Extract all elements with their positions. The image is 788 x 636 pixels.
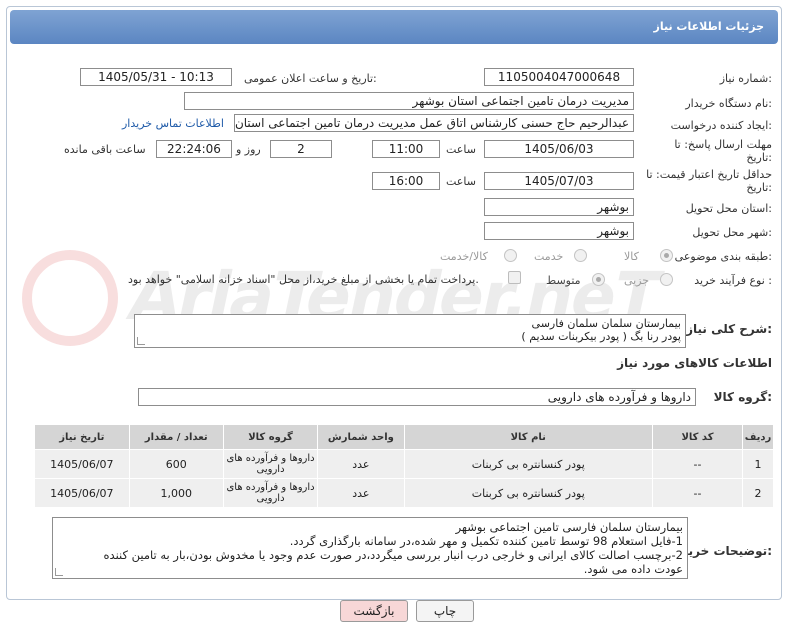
description-textarea[interactable]: بیمارستان سلمان سلمان فارسی پودر رنا بگ … — [134, 314, 686, 348]
category-radio-service[interactable] — [574, 249, 587, 262]
process-option-minor: جزیی — [624, 274, 650, 287]
contact-buyer-link[interactable]: اطلاعات تماس خریدار — [122, 117, 224, 130]
process-radio-minor[interactable] — [660, 273, 673, 286]
announce-label: تاریخ و ساعت اعلان عمومی: — [244, 72, 377, 85]
cell-qty: 1,000 — [128, 478, 224, 508]
col-name: نام کالا — [403, 424, 653, 450]
cell-group: داروها و فرآورده های دارویی — [222, 449, 319, 479]
cell-row: 1 — [742, 449, 774, 479]
days-field: 2 — [270, 140, 332, 158]
send-time-field: 11:00 — [372, 140, 440, 158]
send-deadline-label: مهلت ارسال پاسخ: تا تاریخ: — [674, 138, 772, 164]
description-line-1: بیمارستان سلمان سلمان فارسی — [531, 317, 681, 330]
send-date-field: 1405/06/03 — [484, 140, 634, 158]
resize-handle-icon[interactable] — [137, 337, 145, 345]
category-option-goods: کالا — [624, 250, 639, 263]
description-label: شرح کلی نیاز: — [686, 322, 772, 336]
price-time-field: 16:00 — [372, 172, 440, 190]
city-label: شهر محل تحویل: — [692, 226, 772, 239]
payment-note: پرداخت تمام یا بخشی از مبلغ خرید،از محل … — [128, 273, 479, 286]
price-deadline-label: حداقل تاریخ اعتبار قیمت: تا تاریخ: — [646, 168, 772, 194]
resize-handle-icon[interactable] — [55, 568, 63, 576]
category-radio-goods[interactable] — [660, 249, 673, 262]
cell-group: داروها و فرآورده های دارویی — [222, 478, 319, 508]
col-group: گروه کالا — [222, 424, 319, 450]
process-label: نوع فرآیند خرید : — [694, 274, 772, 287]
table-row: 1405/06/07 600 داروها و فرآورده های دارو… — [34, 449, 774, 479]
col-qty: تعداد / مقدار — [128, 424, 224, 450]
cell-qty: 600 — [128, 449, 224, 479]
table-header-row: تاریخ نیاز تعداد / مقدار گروه کالا واحد … — [34, 424, 774, 450]
cell-date: 1405/06/07 — [34, 449, 130, 479]
goods-table: تاریخ نیاز تعداد / مقدار گروه کالا واحد … — [34, 424, 774, 508]
buyer-notes-line-2: 1-فایل استعلام 98 توسط تامین کننده تکمیل… — [289, 534, 683, 548]
price-time-label: ساعت — [446, 175, 476, 188]
price-date-field: 1405/07/03 — [484, 172, 634, 190]
cell-unit: عدد — [317, 478, 405, 508]
buyer-notes-textarea[interactable]: بیمارستان سلمان فارسی تامین اجتماعی بوشه… — [52, 517, 688, 579]
process-option-medium: متوسط — [546, 274, 581, 287]
cell-code: -- — [651, 478, 744, 508]
treasury-checkbox[interactable] — [508, 271, 521, 284]
need-number-label: شماره نیاز: — [719, 72, 772, 85]
col-code: کد کالا — [651, 424, 744, 450]
page-title: جزئیات اطلاعات نیاز — [653, 20, 765, 33]
province-label: استان محل تحویل: — [685, 202, 772, 215]
remaining-time-field: 22:24:06 — [156, 140, 232, 158]
cell-code: -- — [651, 449, 744, 479]
buyer-notes-line-1: بیمارستان سلمان فارسی تامین اجتماعی بوشه… — [455, 520, 683, 534]
table-row: 1405/06/07 1,000 داروها و فرآورده های دا… — [34, 478, 774, 508]
remaining-label: ساعت باقی مانده — [64, 143, 146, 156]
cell-name: پودر کنسانتره بی کربنات — [403, 478, 653, 508]
col-row: ردیف — [742, 424, 774, 450]
col-unit: واحد شمارش — [317, 424, 405, 450]
days-label: روز و — [236, 143, 261, 156]
buyer-field: مدیریت درمان تامین اجتماعی استان بوشهر — [184, 92, 634, 110]
category-option-goods-service: کالا/خدمت — [440, 250, 488, 263]
cell-date: 1405/06/07 — [34, 478, 130, 508]
back-button[interactable]: بازگشت — [340, 600, 408, 622]
col-need-date: تاریخ نیاز — [34, 424, 130, 450]
cell-row: 2 — [742, 478, 774, 508]
goods-group-field: داروها و فرآورده های دارویی — [138, 388, 696, 406]
title-bar: جزئیات اطلاعات نیاز — [10, 10, 778, 44]
category-option-service: خدمت — [534, 250, 564, 263]
description-line-2: پودر رنا بگ ( پودر بیکربنات سدیم ) — [521, 330, 681, 343]
province-field: بوشهر — [484, 198, 634, 216]
cell-name: پودر کنسانتره بی کربنات — [403, 449, 653, 479]
print-button[interactable]: چاپ — [416, 600, 474, 622]
send-time-label: ساعت — [446, 143, 476, 156]
city-field: بوشهر — [484, 222, 634, 240]
buyer-notes-line-4: عودت داده می شود. — [583, 562, 683, 576]
creator-label: ایجاد کننده درخواست: — [670, 119, 772, 132]
creator-field: عبدالرحیم حاج حسنی کارشناس اتاق عمل مدیر… — [234, 114, 634, 132]
cell-unit: عدد — [317, 449, 405, 479]
category-label: طبقه بندی موضوعی: — [674, 250, 772, 263]
goods-section-title: اطلاعات کالاهای مورد نیاز — [617, 356, 772, 370]
process-radio-medium[interactable] — [592, 273, 605, 286]
announce-field: 1405/05/31 - 10:13 — [80, 68, 232, 86]
goods-group-label: گروه کالا: — [713, 390, 772, 404]
buyer-label: نام دستگاه خریدار: — [685, 97, 772, 110]
category-radio-goods-service[interactable] — [504, 249, 517, 262]
buyer-notes-line-3: 2-برچسب اصالت کالای ایرانی و خارجی درب ا… — [103, 548, 683, 562]
need-number-field: 1105004047000648 — [484, 68, 634, 86]
